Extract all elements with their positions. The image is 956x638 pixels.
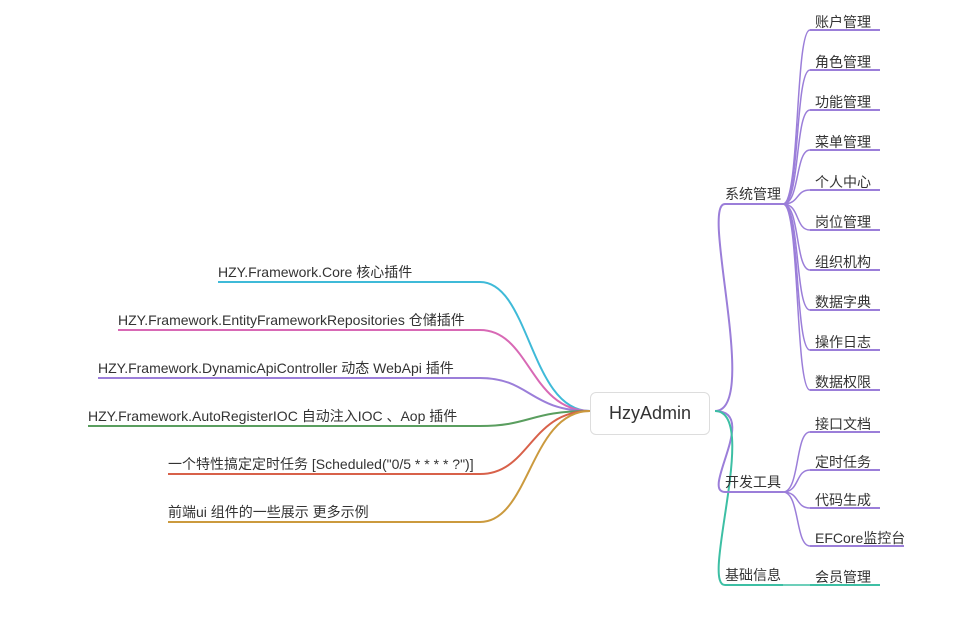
leaf-menu-mgmt[interactable]: 菜单管理 (815, 132, 871, 155)
leaf-function-mgmt[interactable]: 功能管理 (815, 92, 871, 115)
left-node-ioc[interactable]: HZY.Framework.AutoRegisterIOC 自动注入IOC 、A… (88, 406, 457, 430)
leaf-op-log[interactable]: 操作日志 (815, 332, 871, 355)
left-node-ui-sample[interactable]: 前端ui 组件的一些展示 更多示例 (168, 502, 369, 526)
leaf-data-perm[interactable]: 数据权限 (815, 372, 871, 395)
leaf-efcore-monitor[interactable]: EFCore监控台 (815, 528, 905, 551)
leaf-code-gen[interactable]: 代码生成 (815, 490, 871, 513)
left-node-core[interactable]: HZY.Framework.Core 核心插件 (218, 262, 412, 286)
leaf-cron-job[interactable]: 定时任务 (815, 452, 871, 475)
leaf-role-mgmt[interactable]: 角色管理 (815, 52, 871, 75)
leaf-api-docs[interactable]: 接口文档 (815, 414, 871, 437)
root-node[interactable]: HzyAdmin (590, 392, 710, 435)
leaf-profile[interactable]: 个人中心 (815, 172, 871, 195)
left-node-scheduled[interactable]: 一个特性搞定定时任务 [Scheduled("0/5 * * * * ?")] (168, 454, 474, 478)
leaf-account-mgmt[interactable]: 账户管理 (815, 12, 871, 35)
leaf-position-mgmt[interactable]: 岗位管理 (815, 212, 871, 235)
left-node-repositories[interactable]: HZY.Framework.EntityFrameworkRepositorie… (118, 310, 465, 334)
left-node-dynamicapi[interactable]: HZY.Framework.DynamicApiController 动态 We… (98, 358, 454, 382)
group-dev-tools[interactable]: 开发工具 (725, 472, 781, 496)
leaf-org[interactable]: 组织机构 (815, 252, 871, 275)
group-system-management[interactable]: 系统管理 (725, 184, 781, 208)
leaf-data-dict[interactable]: 数据字典 (815, 292, 871, 315)
group-basic-info[interactable]: 基础信息 (725, 565, 781, 589)
leaf-member-mgmt[interactable]: 会员管理 (815, 567, 871, 590)
